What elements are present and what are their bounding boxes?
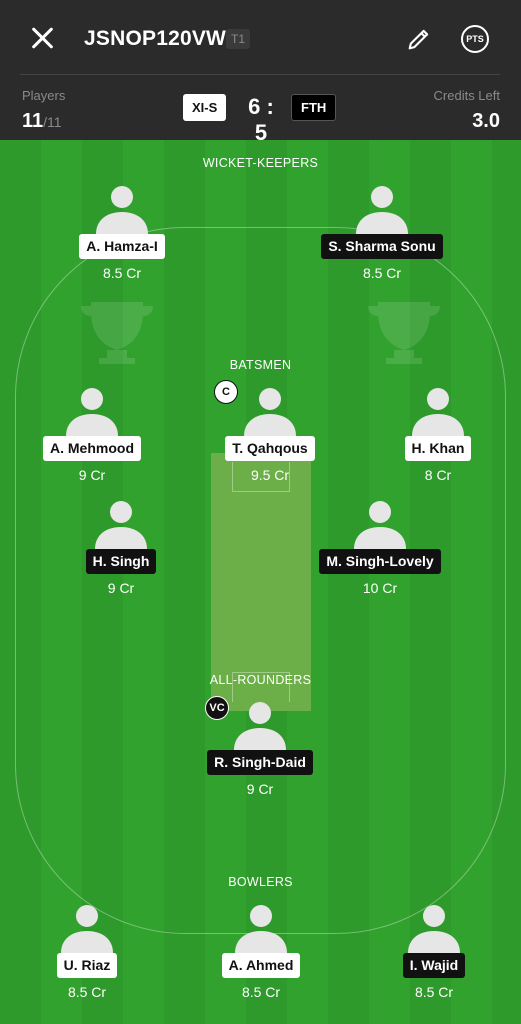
header-divider bbox=[20, 74, 500, 75]
player-card[interactable]: A. Hamza-I 8.5 Cr bbox=[52, 182, 192, 281]
team2-badge: FTH bbox=[291, 94, 337, 121]
player-avatar-icon bbox=[408, 905, 460, 953]
player-name: A. Mehmood bbox=[43, 436, 141, 461]
team1-badge: XI-S bbox=[183, 94, 227, 121]
player-credit: 9 Cr bbox=[78, 467, 106, 483]
player-credit: 8 Cr bbox=[424, 467, 452, 483]
player-avatar-icon bbox=[95, 501, 147, 549]
section-batsmen: BATSMEN bbox=[229, 358, 292, 372]
player-card[interactable]: M. Singh-Lovely 10 Cr bbox=[310, 497, 450, 596]
player-avatar-icon bbox=[66, 388, 118, 436]
section-all-rounders: ALL-ROUNDERS bbox=[209, 673, 312, 687]
player-avatar-icon bbox=[354, 501, 406, 549]
players-selected: 11 bbox=[22, 110, 44, 132]
player-card[interactable]: H. Khan 8 Cr bbox=[368, 384, 508, 483]
player-avatar-icon bbox=[356, 186, 408, 234]
player-card[interactable]: A. Mehmood 9 Cr bbox=[22, 384, 162, 483]
player-credit: 9 Cr bbox=[107, 580, 135, 596]
player-credit: 9 Cr bbox=[246, 781, 274, 797]
player-card[interactable]: I. Wajid 8.5 Cr bbox=[364, 901, 504, 1000]
player-card[interactable]: S. Sharma Sonu 8.5 Cr bbox=[312, 182, 452, 281]
player-name: H. Khan bbox=[404, 436, 472, 461]
player-name: A. Ahmed bbox=[221, 953, 301, 978]
player-credit: 10 Cr bbox=[362, 580, 398, 596]
player-name: T. Qahqous bbox=[225, 436, 315, 461]
close-icon[interactable] bbox=[26, 22, 58, 54]
points-icon[interactable]: PTS bbox=[461, 25, 489, 53]
team-name: JSNOP120VW bbox=[84, 27, 227, 50]
player-credit: 8.5 Cr bbox=[241, 984, 281, 1000]
player-avatar-icon bbox=[235, 905, 287, 953]
captain-badge: C bbox=[214, 380, 238, 404]
top-bar: JSNOP120VW T1 PTS Players 11/11 XI-S 6 :… bbox=[0, 0, 521, 145]
team-count-score: 6 : 5 bbox=[248, 94, 274, 145]
player-credit: 8.5 Cr bbox=[414, 984, 454, 1000]
player-avatar-icon bbox=[96, 186, 148, 234]
player-name: I. Wajid bbox=[402, 953, 466, 978]
player-avatar-icon bbox=[234, 702, 286, 750]
players-total: /11 bbox=[43, 114, 62, 130]
player-name: S. Sharma Sonu bbox=[321, 234, 443, 259]
player-name: M. Singh-Lovely bbox=[319, 549, 441, 574]
player-name: U. Riaz bbox=[56, 953, 118, 978]
edit-icon[interactable] bbox=[405, 25, 433, 53]
player-name: H. Singh bbox=[85, 549, 157, 574]
section-bowlers: BOWLERS bbox=[228, 875, 293, 889]
credits-label: Credits Left bbox=[433, 88, 500, 103]
vice-captain-badge: VC bbox=[205, 696, 229, 720]
player-avatar-icon bbox=[61, 905, 113, 953]
cricket-field: WICKET-KEEPERS BATSMEN ALL-ROUNDERS BOWL… bbox=[0, 140, 521, 1024]
section-wicket-keepers: WICKET-KEEPERS bbox=[202, 156, 319, 170]
player-credit: 9.5 Cr bbox=[250, 467, 290, 483]
player-card[interactable]: A. Ahmed 8.5 Cr bbox=[191, 901, 331, 1000]
players-label: Players bbox=[22, 88, 66, 103]
credits-value: 3.0 bbox=[472, 110, 500, 132]
player-credit: 8.5 Cr bbox=[102, 265, 142, 281]
player-name: A. Hamza-I bbox=[79, 234, 165, 259]
player-card[interactable]: U. Riaz 8.5 Cr bbox=[17, 901, 157, 1000]
team-tag: T1 bbox=[226, 29, 251, 49]
player-credit: 8.5 Cr bbox=[67, 984, 107, 1000]
player-avatar-icon bbox=[244, 388, 296, 436]
player-name: R. Singh-Daid bbox=[207, 750, 313, 775]
player-credit: 8.5 Cr bbox=[362, 265, 402, 281]
player-card[interactable]: H. Singh 9 Cr bbox=[51, 497, 191, 596]
players-count: 11/11 bbox=[22, 110, 62, 133]
player-avatar-icon bbox=[412, 388, 464, 436]
